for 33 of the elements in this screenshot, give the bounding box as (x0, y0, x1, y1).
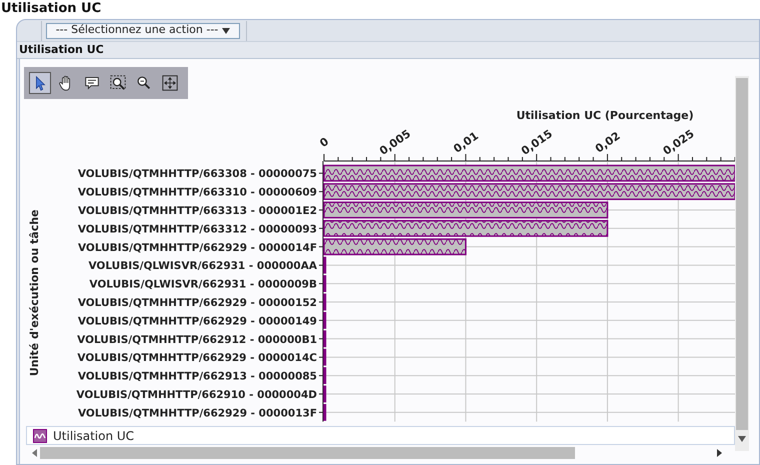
category-label: VOLUBIS/QTMHHTTP/663310 - 00000609 (78, 186, 317, 199)
panel-title: Utilisation UC (19, 42, 104, 58)
category-label: VOLUBIS/QTMHHTTP/662929 - 00000152 (78, 297, 317, 309)
legend-swatch-icon (33, 428, 47, 442)
speech-bubble-icon (83, 74, 101, 92)
category-label: VOLUBIS/QTMHHTTP/662929 - 0000014C (77, 352, 317, 364)
action-dropdown[interactable]: --- Sélectionnez une action --- (46, 22, 240, 38)
tick-label: 0 (317, 134, 332, 150)
scroll-right-icon[interactable] (717, 449, 722, 457)
category-label: VOLUBIS/QTMHHTTP/662929 - 0000013F (78, 407, 317, 420)
zoom-area-icon (109, 74, 127, 92)
scroll-down-icon[interactable] (738, 436, 746, 442)
category-label: VOLUBIS/QTMHHTTP/663313 - 000001E2 (78, 205, 317, 217)
category-label: VOLUBIS/QLWISVR/662931 - 000000AA (88, 260, 317, 272)
horizontal-scrollbar[interactable] (32, 447, 722, 459)
caret-icon (222, 28, 230, 34)
category-label: VOLUBIS/QTMHHTTP/662929 - 0000014F (78, 242, 317, 254)
category-label: VOLUBIS/QTMHHTTP/662912 - 000000B1 (77, 334, 317, 346)
axis-title: Utilisation UC (Pourcentage) (516, 109, 694, 122)
pointer-tool[interactable] (29, 72, 51, 94)
vertical-scrollbar[interactable] (735, 76, 749, 451)
category-label: VOLUBIS/QTMHHTTP/663308 - 00000075 (78, 168, 317, 180)
category-label: VOLUBIS/QLWISVR/662931 - 0000009B (89, 278, 317, 291)
category-label: VOLUBIS/QTMHHTTP/662910 - 0000004D (76, 389, 317, 401)
category-label: VOLUBIS/QTMHHTTP/662913 - 00000085 (78, 370, 317, 383)
scroll-left-icon[interactable] (32, 449, 37, 457)
category-label: VOLUBIS/QTMHHTTP/663312 - 00000093 (78, 223, 317, 236)
legend-label: Utilisation UC (53, 428, 134, 444)
category-label: VOLUBIS/QTMHHTTP/662929 - 00000149 (78, 315, 317, 328)
zoom-out-icon (135, 74, 153, 92)
axis-title: Unité d'exécution ou tâche (28, 209, 41, 376)
move-icon (161, 74, 179, 92)
page-title: Utilisation UC (1, 1, 102, 17)
